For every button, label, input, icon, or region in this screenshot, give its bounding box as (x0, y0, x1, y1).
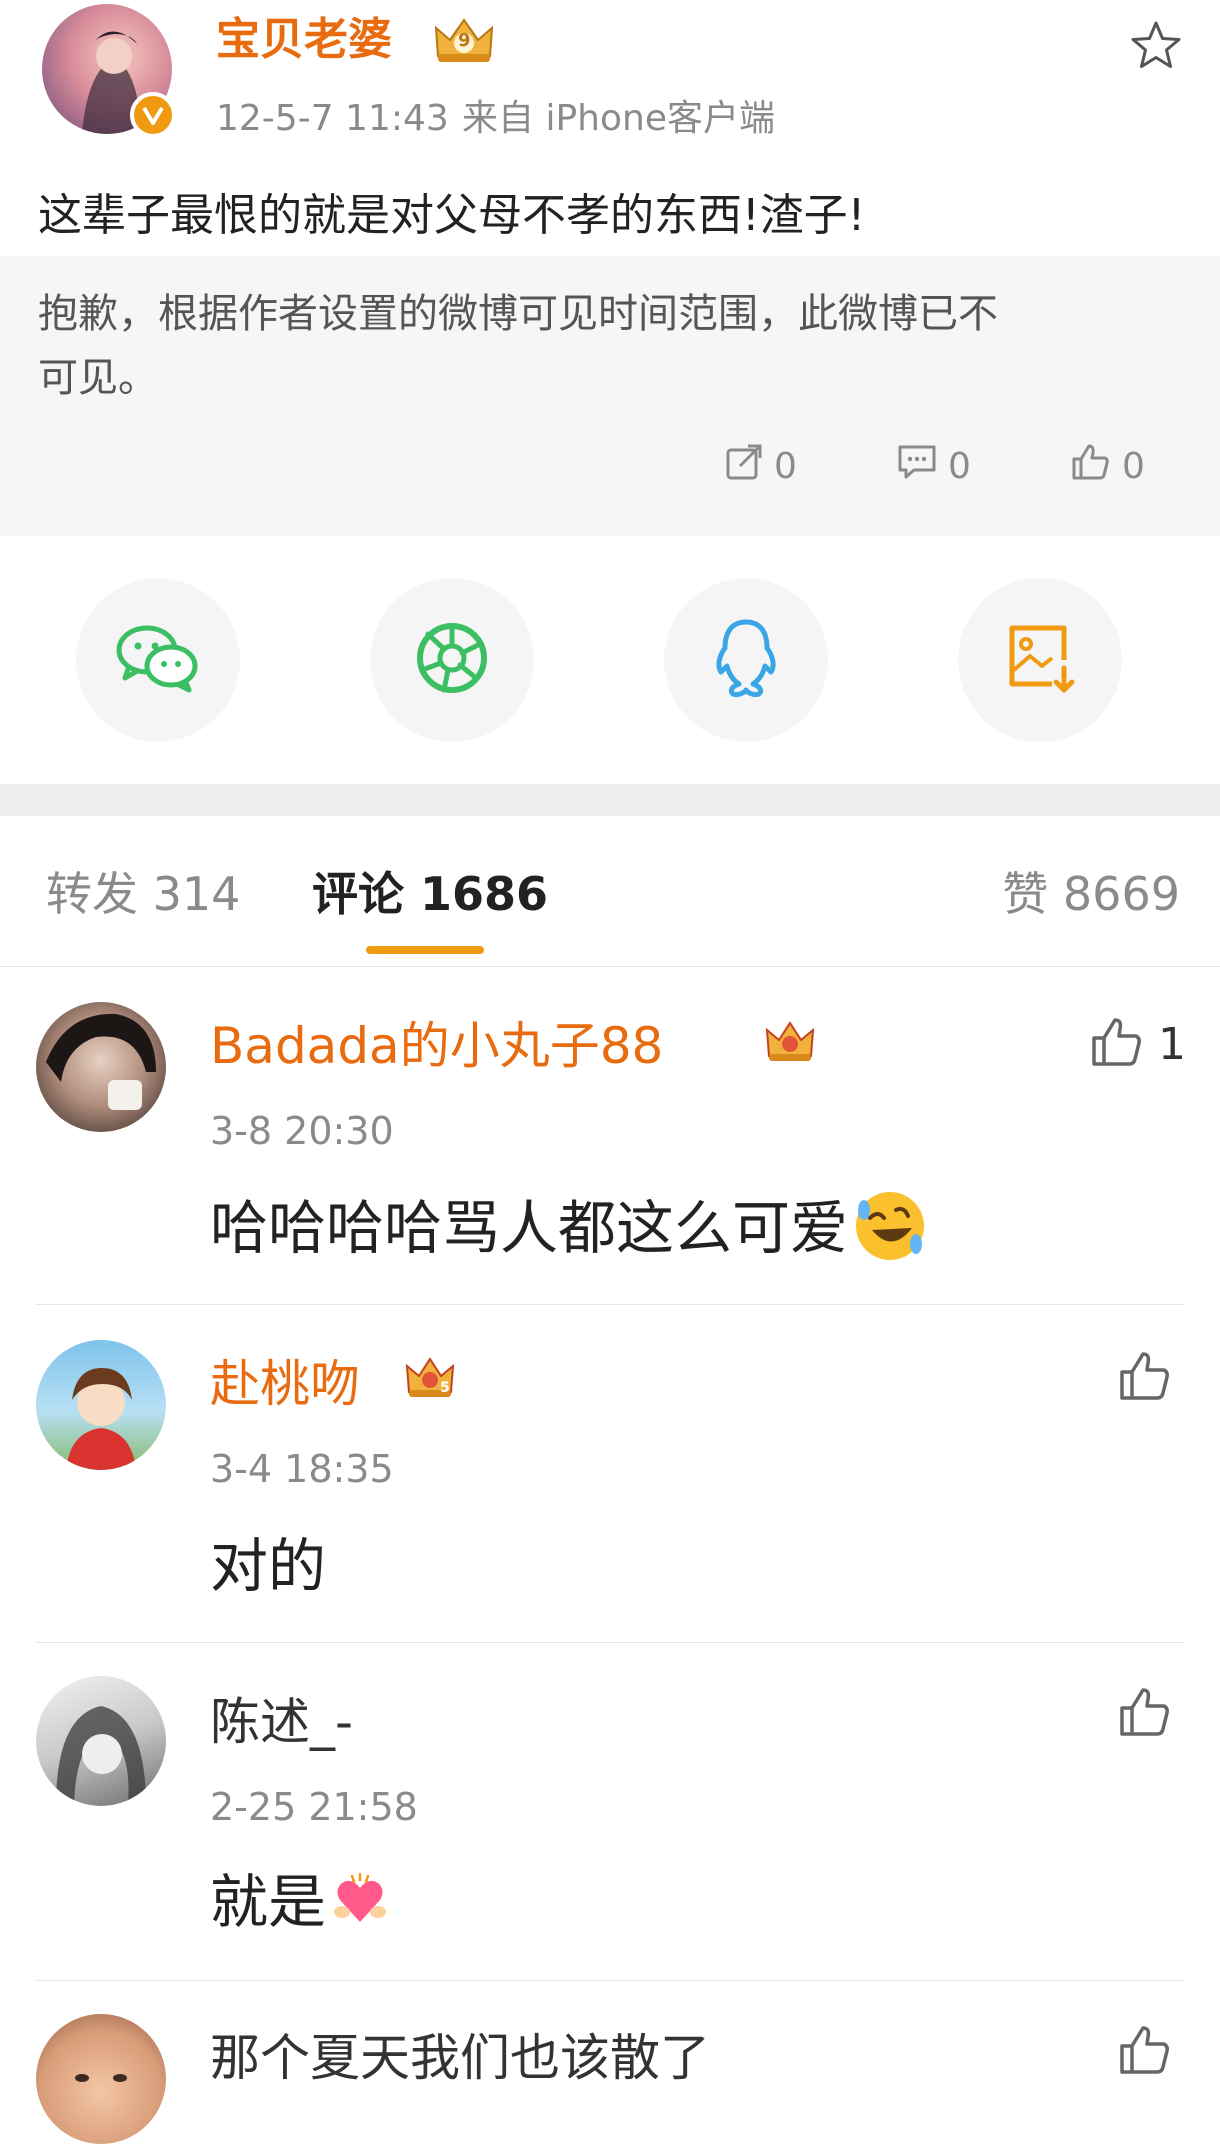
post-date: 12-5-7 11:43 (216, 98, 449, 139)
save-image-button[interactable] (958, 578, 1122, 742)
thumbs-up-icon (1090, 1016, 1144, 1072)
vip-crown-icon: 9 (432, 14, 496, 66)
share-wechat-button[interactable] (76, 578, 240, 742)
comment-like-count: 1 (1158, 1018, 1186, 1070)
verified-badge-icon (130, 92, 176, 138)
comment-text: 对的 (210, 1532, 327, 1600)
section-gap (0, 784, 1220, 816)
moments-icon (414, 620, 490, 700)
thumbs-up-icon (1118, 2026, 1172, 2080)
comment-like[interactable] (1118, 1350, 1172, 1406)
wechat-icon (115, 622, 201, 698)
tab-repost[interactable]: 转发 314 (46, 864, 240, 924)
tabs-divider (0, 966, 1220, 967)
quoted-post[interactable]: 抱歉，根据作者设置的微博可见时间范围，此微博已不 可见。 0 0 0 (0, 256, 1220, 536)
vip-level: 9 (458, 30, 471, 51)
quoted-repost-count: 0 (774, 446, 797, 487)
comment-avatar[interactable] (36, 1002, 166, 1132)
vip-crown-icon: 5 (404, 1354, 456, 1402)
quoted-comment-count: 0 (948, 446, 971, 487)
quoted-like[interactable]: 0 (1070, 442, 1145, 491)
comment-time: 3-4 18:35 (210, 1447, 394, 1491)
comment-time: 3-8 20:30 (210, 1109, 394, 1153)
comment-avatar[interactable] (36, 2014, 166, 2144)
rofl-emoji-icon (852, 1188, 928, 1268)
quoted-comment[interactable]: 0 (896, 442, 971, 491)
comment-username[interactable]: 陈述_- (210, 1690, 353, 1754)
tab-likes[interactable]: 赞 8669 (1002, 864, 1180, 924)
comment-avatar[interactable] (36, 1676, 166, 1806)
comment-text: 就是 (210, 1868, 327, 1936)
save-image-icon (1002, 620, 1078, 700)
comment-like[interactable] (1118, 1686, 1172, 1742)
comment-time: 2-25 21:58 (210, 1785, 418, 1829)
quoted-repost[interactable]: 0 (724, 442, 797, 491)
thumbs-up-icon (1118, 1352, 1172, 1406)
share-moments-button[interactable] (370, 578, 534, 742)
tab-comments[interactable]: 评论 1686 (312, 864, 548, 924)
post-source: 来自 iPhone客户端 (462, 98, 775, 139)
thumbs-up-icon (1118, 1688, 1172, 1742)
heart-hug-emoji-icon (332, 1872, 388, 1932)
comment-username[interactable]: 赴桃吻 (210, 1352, 360, 1416)
tab-active-indicator (366, 946, 484, 954)
share-qq-button[interactable] (664, 578, 828, 742)
quoted-text-line1: 抱歉，根据作者设置的微博可见时间范围，此微博已不 (38, 291, 998, 337)
thumbs-up-icon (1070, 442, 1112, 491)
comment-text: 哈哈哈哈骂人都这么可爱 (210, 1194, 849, 1262)
vip-level: 5 (440, 1380, 450, 1396)
quoted-text-line2: 可见。 (38, 355, 158, 401)
comment-divider (36, 1642, 1184, 1643)
comment-text-row: 就是 (210, 1864, 388, 1940)
comment-icon (896, 442, 938, 491)
vip-crown-icon (764, 1018, 816, 1066)
poster-name[interactable]: 宝贝老婆 (216, 10, 392, 70)
comment-avatar[interactable] (36, 1340, 166, 1470)
comment-like[interactable]: 1 (1090, 1016, 1186, 1072)
comment-divider (36, 1980, 1184, 1981)
post-text: 这辈子最恨的就是对父母不孝的东西!渣子! (38, 190, 866, 241)
comment-divider (36, 1304, 1184, 1305)
comment-username[interactable]: 那个夏天我们也该散了 (210, 2026, 710, 2090)
repost-icon (724, 442, 764, 491)
qq-icon (711, 618, 781, 702)
quoted-like-count: 0 (1122, 446, 1145, 487)
comment-username[interactable]: Badada的小丸子88 (210, 1014, 663, 1078)
favorite-star-icon[interactable] (1128, 18, 1184, 74)
comment-text-row: 哈哈哈哈骂人都这么可爱 (210, 1188, 928, 1268)
comment-like[interactable] (1118, 2024, 1172, 2080)
